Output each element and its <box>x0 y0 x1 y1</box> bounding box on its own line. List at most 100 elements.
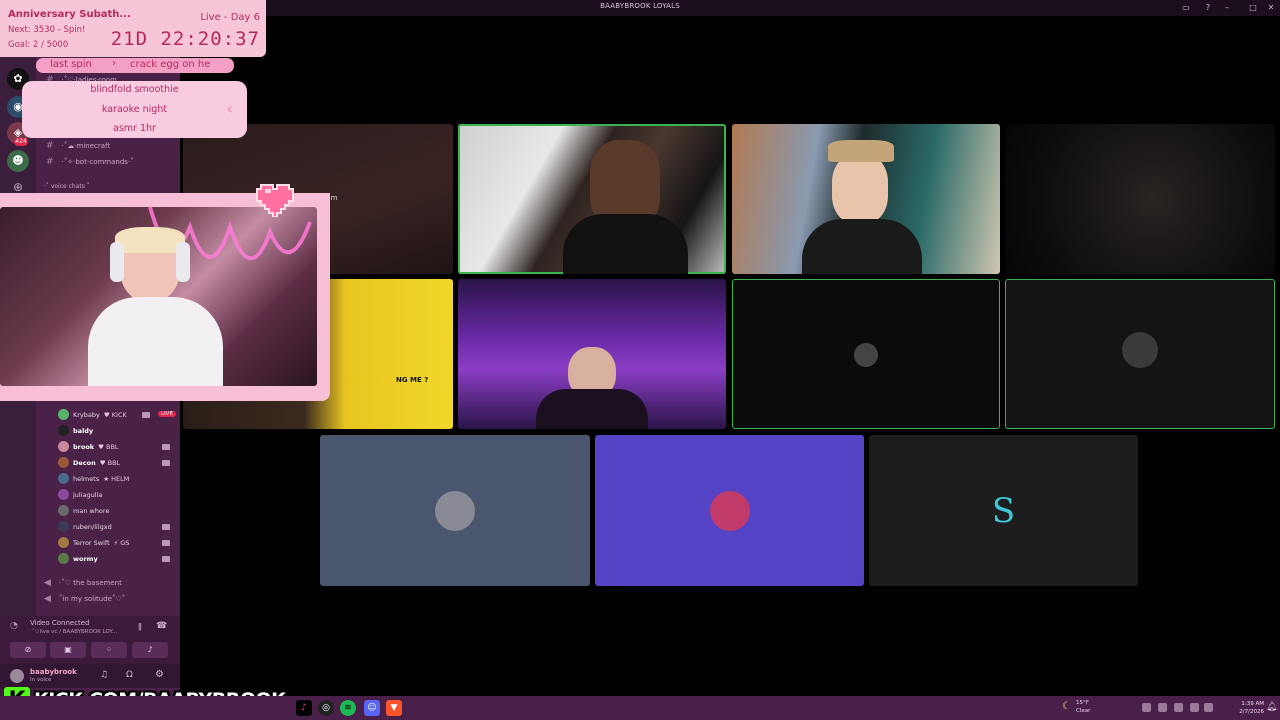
headset-icon <box>176 242 190 282</box>
brave-browser-icon[interactable]: ▼ <box>386 700 402 716</box>
server-icon[interactable]: ☻ <box>7 150 29 172</box>
video-tile-participant[interactable] <box>1005 124 1275 274</box>
moon-icon: ☾ <box>1062 701 1071 712</box>
user-panel: baabybrook In voice ♫ Ω ⚙ <box>0 664 180 688</box>
video-tile-no-camera[interactable] <box>1005 279 1275 429</box>
webcam-feed <box>0 207 317 386</box>
speaker-icon: ◀ <box>44 594 51 604</box>
system-clock[interactable]: 1:39 AM 2/7/2026 <box>1224 700 1264 716</box>
wifi-icon[interactable] <box>1190 703 1199 712</box>
activities-button[interactable]: ⁘ <box>91 642 127 658</box>
hash-icon: # <box>46 157 54 167</box>
spotify-icon[interactable]: ≋ <box>340 700 356 716</box>
camera-icon <box>162 524 170 530</box>
voice-member[interactable]: brook ♥ BBL <box>58 440 208 454</box>
spin-option: blindfold smoothie <box>90 84 179 95</box>
help-icon[interactable]: ? <box>1203 3 1213 13</box>
avatar <box>58 537 69 548</box>
app-tray-icon[interactable] <box>1174 703 1183 712</box>
disconnect-icon[interactable]: ☎ <box>156 621 167 631</box>
subathon-timer: Anniversary Subath... Next: 3530 - Spin!… <box>0 0 266 57</box>
default-avatar-icon <box>854 343 878 367</box>
maximize-icon[interactable]: □ <box>1248 3 1258 13</box>
voice-member[interactable]: wormy <box>58 552 208 566</box>
avatar-letter-s-icon: S <box>991 490 1016 531</box>
soundboard-button[interactable]: ♪ <box>132 642 168 658</box>
username: baabybrook <box>30 668 77 676</box>
avatar <box>58 425 69 436</box>
voice-member[interactable]: Terror Swift ⚡ GS <box>58 536 208 550</box>
countdown: 21D 22:20:37 <box>110 28 260 50</box>
headset-icon <box>110 242 124 282</box>
minimize-icon[interactable]: – <box>1222 3 1232 13</box>
video-tile-no-camera[interactable] <box>732 279 1000 429</box>
obs-icon[interactable]: ◎ <box>318 700 334 716</box>
participant-face <box>832 154 888 224</box>
voice-channel-basement[interactable]: ◀ ·˚♡ the basement <box>44 578 122 588</box>
avatar <box>58 473 69 484</box>
voice-channel-path[interactable]: ˚♡live vc / BAABYBROOK LOY... <box>32 629 117 635</box>
voice-member[interactable]: man whore <box>58 504 208 518</box>
last-spin-banner: last spin › crack egg on he <box>36 58 234 73</box>
hat-shape <box>828 140 894 162</box>
video-tile-no-camera[interactable]: S <box>869 435 1138 586</box>
screen-share-button[interactable]: ▣ <box>50 642 86 658</box>
chevron-right-icon: › <box>112 58 116 69</box>
camera-icon <box>162 556 170 562</box>
shirt-print-icon: NG ME ? <box>396 376 429 384</box>
voice-member[interactable]: helmets ★ HELM <box>58 472 208 486</box>
voice-status-panel: ◔ Video Connected ˚♡live vc / BAABYBROOK… <box>0 616 180 664</box>
video-tile-participant[interactable] <box>732 124 1000 274</box>
video-tile-participant[interactable] <box>458 279 726 429</box>
channel-minecraft[interactable]: # ·˚☁·minecraft <box>46 141 110 151</box>
avatar <box>10 669 24 683</box>
settings-gear-icon[interactable]: ⚙ <box>155 669 164 680</box>
channel-bot-commands[interactable]: # ·˚✧·bot-commands·˚ <box>46 157 134 167</box>
camera-icon <box>162 444 170 450</box>
video-tile-no-camera[interactable] <box>320 435 590 586</box>
spin-option: asmr 1hr <box>113 123 156 134</box>
weather-widget[interactable]: 15°F Clear <box>1076 699 1090 715</box>
voice-member[interactable]: ruben/lilgxd <box>58 520 208 534</box>
camera-toggle-button[interactable]: ⊘ <box>10 642 46 658</box>
microphone-icon[interactable]: ♫ <box>100 670 108 680</box>
voice-member[interactable]: juliagulla <box>58 488 208 502</box>
streamer-hair <box>115 227 185 253</box>
video-tile-speaking[interactable] <box>458 124 726 274</box>
avatar <box>1122 332 1158 368</box>
speaker-icon: ◀ <box>44 578 51 588</box>
voice-channel-solitude[interactable]: ◀ ˚in my solitude˚♡˚ <box>44 594 125 604</box>
streamer-body <box>88 297 223 386</box>
chevron-left-icon: ‹ <box>226 99 233 118</box>
avatar <box>58 553 69 564</box>
voice-member[interactable]: Decon ♥ BBL <box>58 456 208 470</box>
goal-progress: Goal: 2 / 5000 <box>8 40 69 50</box>
camera-icon <box>142 412 150 418</box>
bluetooth-icon[interactable] <box>1158 703 1167 712</box>
avatar <box>58 489 69 500</box>
noise-icon[interactable]: ǁ <box>138 622 142 631</box>
event-title: Anniversary Subath... <box>8 9 131 20</box>
avatar <box>435 490 475 531</box>
avatar <box>58 521 69 532</box>
inbox-icon[interactable]: ▭ <box>1181 3 1191 13</box>
live-day: Live - Day 6 <box>200 12 260 23</box>
tiktok-icon[interactable]: ♪ <box>296 700 312 716</box>
participant-body <box>802 219 922 274</box>
pixel-heart-icon <box>256 184 294 217</box>
next-goal: Next: 3530 - Spin! <box>8 25 86 35</box>
tray-chevron-icon[interactable] <box>1142 703 1151 712</box>
camera-icon <box>162 540 170 546</box>
volume-icon[interactable] <box>1204 703 1213 712</box>
camera-icon <box>162 460 170 466</box>
category-voice-chats[interactable]: ·˚ voice chats ˚ <box>44 183 90 190</box>
video-tile-no-camera[interactable] <box>595 435 864 586</box>
notification-bell-icon[interactable]: 🔔︎ <box>1266 702 1277 712</box>
close-icon[interactable]: ✕ <box>1266 3 1276 13</box>
participant-body <box>563 214 688 274</box>
headphones-icon[interactable]: Ω <box>126 670 133 680</box>
user-status: In voice <box>30 677 52 683</box>
avatar <box>58 457 69 468</box>
discord-icon[interactable]: ☺ <box>364 700 380 716</box>
signal-icon: ◔ <box>10 621 18 631</box>
